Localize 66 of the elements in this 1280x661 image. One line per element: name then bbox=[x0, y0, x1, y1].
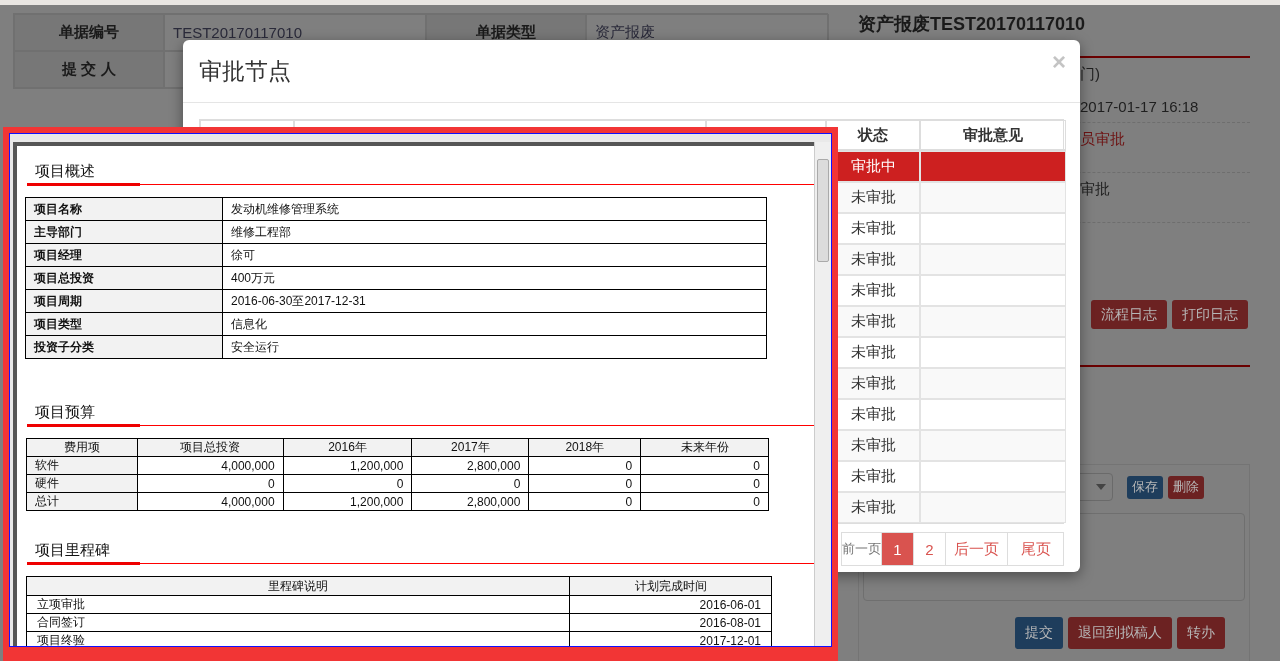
table-cell: 2016-08-01 bbox=[569, 613, 772, 632]
caret-icon bbox=[1096, 484, 1106, 490]
table-cell: 0 bbox=[640, 456, 769, 475]
column-header: 未来年份 bbox=[640, 438, 769, 457]
table-cell: 2,800,000 bbox=[411, 456, 529, 475]
field-value: 徐可 bbox=[222, 243, 767, 267]
field-value: 2016-06-30至2017-12-31 bbox=[222, 289, 767, 313]
info-text: 员审批 bbox=[1080, 130, 1125, 147]
column-header: 2016年 bbox=[283, 438, 412, 457]
field-label: 项目周期 bbox=[25, 289, 223, 313]
field-label: 提 交 人 bbox=[14, 51, 164, 88]
table-cell: 0 bbox=[640, 474, 769, 493]
table-cell: 项目终验 bbox=[26, 631, 570, 646]
table-cell: 2,800,000 bbox=[411, 492, 529, 511]
table-cell: 合同签订 bbox=[26, 613, 570, 632]
info-text: 门) bbox=[1080, 65, 1100, 82]
action-button[interactable]: 删除 bbox=[1168, 475, 1204, 499]
column-header: 计划完成时间 bbox=[569, 576, 772, 596]
log-button[interactable]: 流程日志 bbox=[1091, 300, 1167, 329]
table-cell: 0 bbox=[640, 492, 769, 511]
field-label: 项目总投资 bbox=[25, 266, 223, 290]
table-cell: 1,200,000 bbox=[283, 456, 412, 475]
table-cell: 0 bbox=[528, 456, 641, 475]
table-cell: 立项审批 bbox=[26, 595, 570, 614]
column-header: 2018年 bbox=[528, 438, 641, 457]
table-cell: 4,000,000 bbox=[137, 492, 284, 511]
section-heading: 项目预算 bbox=[27, 403, 140, 427]
info-text: 审批 bbox=[1080, 180, 1110, 197]
field-value: 维修工程部 bbox=[222, 220, 767, 244]
field-value: 400万元 bbox=[222, 266, 767, 290]
page-link[interactable]: 1 bbox=[881, 532, 914, 566]
scrollbar[interactable] bbox=[814, 142, 831, 646]
log-button[interactable]: 打印日志 bbox=[1172, 300, 1248, 329]
table-cell: 0 bbox=[528, 474, 641, 493]
field-label: 项目名称 bbox=[25, 197, 223, 221]
field-label: 主导部门 bbox=[25, 220, 223, 244]
field-label: 项目经理 bbox=[25, 243, 223, 267]
column-header: 2017年 bbox=[411, 438, 529, 457]
submit-button[interactable]: 提交 bbox=[1015, 617, 1063, 649]
table-cell: 2016-06-01 bbox=[569, 595, 772, 614]
field-value: 发动机维修管理系统 bbox=[222, 197, 767, 221]
action-button[interactable]: 保存 bbox=[1127, 475, 1163, 499]
field-label: 投资子分类 bbox=[25, 335, 223, 359]
table-cell: 0 bbox=[528, 492, 641, 511]
info-text: 2017-01-17 16:18 bbox=[1080, 98, 1199, 115]
table-cell: 1,200,000 bbox=[283, 492, 412, 511]
table-cell: 0 bbox=[283, 474, 412, 493]
section-heading: 项目概述 bbox=[27, 162, 140, 186]
column-header: 里程碑说明 bbox=[26, 576, 570, 596]
page-link[interactable]: 后一页 bbox=[945, 532, 1008, 566]
field-value: 信息化 bbox=[222, 312, 767, 336]
field-label: 项目类型 bbox=[25, 312, 223, 336]
modal-title: 审批节点 bbox=[199, 56, 291, 86]
field-label: 单据编号 bbox=[14, 14, 164, 51]
table-cell: 0 bbox=[137, 474, 284, 493]
page-link[interactable]: 前一页 bbox=[841, 532, 882, 566]
page-link[interactable]: 尾页 bbox=[1007, 532, 1064, 566]
section-heading: 项目里程碑 bbox=[27, 541, 140, 565]
column-header: 费用项 bbox=[26, 438, 138, 457]
page-link[interactable]: 2 bbox=[913, 532, 946, 566]
field-value: 安全运行 bbox=[222, 335, 767, 359]
table-cell: 0 bbox=[411, 474, 529, 493]
submit-button[interactable]: 转办 bbox=[1177, 617, 1225, 649]
table-cell: 4,000,000 bbox=[137, 456, 284, 475]
submit-button[interactable]: 退回到拟稿人 bbox=[1068, 617, 1172, 649]
column-header: 项目总投资 bbox=[137, 438, 284, 457]
